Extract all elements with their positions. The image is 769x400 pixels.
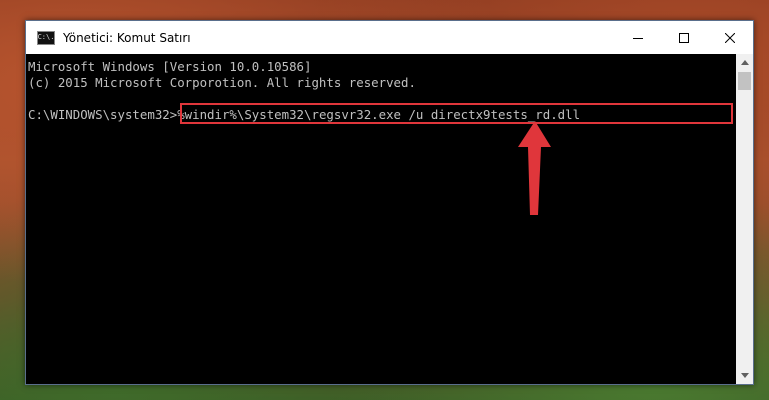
arrow-up-icon <box>518 121 551 215</box>
scrollbar-thumb[interactable] <box>738 72 751 90</box>
close-button[interactable] <box>707 21 753 54</box>
command-highlight-box <box>180 103 733 124</box>
chevron-down-icon <box>740 373 749 378</box>
console-line: (c) 2015 Microsoft Corporotion. All righ… <box>28 75 416 90</box>
minimize-icon <box>633 37 643 39</box>
prompt-text: C:\WINDOWS\system32> <box>28 107 178 122</box>
title-bar[interactable]: C:\. Yönetici: Komut Satırı <box>26 21 753 54</box>
chevron-up-icon <box>740 60 749 65</box>
minimize-button[interactable] <box>615 21 661 54</box>
window-controls <box>615 21 753 54</box>
cmd-icon: C:\. <box>37 30 55 45</box>
close-icon <box>725 32 735 43</box>
vertical-scrollbar[interactable] <box>736 54 753 384</box>
scroll-down-button[interactable] <box>736 367 753 384</box>
scroll-up-button[interactable] <box>736 54 753 71</box>
maximize-icon <box>679 32 689 43</box>
window-title: Yönetici: Komut Satırı <box>63 30 191 45</box>
maximize-button[interactable] <box>661 21 707 54</box>
console-line: Microsoft Windows [Version 10.0.10586] <box>28 59 312 74</box>
command-prompt-window[interactable]: C:\. Yönetici: Komut Satırı Microsoft Wi… <box>25 20 754 385</box>
